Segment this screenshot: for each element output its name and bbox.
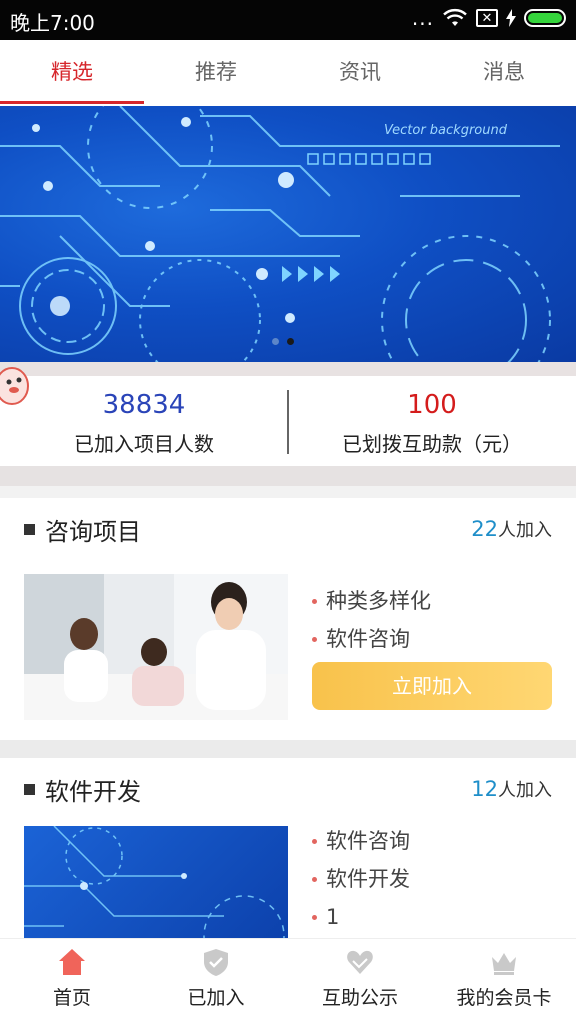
joined-count: 22人加入 xyxy=(471,516,552,542)
funds-stat: 100 已划拨互助款（元） xyxy=(288,376,576,466)
family-photo xyxy=(24,574,288,720)
joined-suffix: 人加入 xyxy=(498,520,552,541)
join-now-button[interactable]: 立即加入 xyxy=(312,662,552,710)
funds-label: 已划拨互助款（元） xyxy=(342,432,522,456)
joined-suffix: 人加入 xyxy=(498,780,552,801)
bottom-nav: 首页 已加入 互助公示 我的会员卡 xyxy=(0,938,576,1024)
carousel-dot-active[interactable] xyxy=(287,338,294,345)
status-bar: 晚上7:00 ... ✕ xyxy=(0,0,576,40)
wifi-icon xyxy=(443,8,467,26)
carousel-dot[interactable] xyxy=(272,338,279,345)
funds-amount: 100 xyxy=(407,390,457,420)
feature-item: 1 xyxy=(312,898,410,936)
card-title: 软件开发 xyxy=(45,778,141,806)
nav-label: 首页 xyxy=(52,987,91,1009)
carousel-indicator xyxy=(272,338,294,345)
card-header: 咨询项目 xyxy=(24,512,141,547)
nav-membership[interactable]: 我的会员卡 xyxy=(432,939,576,1024)
nav-mutual-aid[interactable]: 互助公示 xyxy=(288,939,432,1024)
joined-count: 12人加入 xyxy=(471,776,552,802)
members-label: 已加入项目人数 xyxy=(74,432,214,456)
top-tabs: 精选 推荐 资讯 消息 xyxy=(0,40,576,104)
joined-number: 22 xyxy=(471,517,498,541)
project-card-software[interactable]: 软件开发 12人加入 软件咨询 软件开发 1 xyxy=(0,758,576,938)
card-features: 软件咨询 软件开发 1 xyxy=(312,822,410,936)
members-stat: 38834 已加入项目人数 xyxy=(0,376,288,466)
more-dots-icon: ... xyxy=(411,6,434,30)
no-sim-icon: ✕ xyxy=(476,9,498,27)
card-thumbnail[interactable] xyxy=(24,826,288,938)
nav-home[interactable]: 首页 xyxy=(0,939,144,1024)
banner-carousel[interactable]: Vector background xyxy=(0,106,576,362)
shield-check-icon xyxy=(204,949,228,976)
circuit-thumbnail xyxy=(24,826,285,938)
project-card-consulting[interactable]: 咨询项目 22人加入 种类多样化 软件咨询 立即加入 xyxy=(0,498,576,740)
tab-news[interactable]: 资讯 xyxy=(288,40,432,104)
crown-icon xyxy=(492,953,516,975)
joined-number: 12 xyxy=(471,777,498,801)
mascot-icon[interactable] xyxy=(0,366,30,406)
circuit-illustration: Vector background xyxy=(0,106,560,362)
separator xyxy=(0,466,576,498)
feature-item: 种类多样化 xyxy=(312,582,431,620)
status-icons: ... ✕ xyxy=(412,8,566,28)
status-time: 晚上7:00 xyxy=(10,11,95,35)
card-title: 咨询项目 xyxy=(45,518,141,546)
nav-joined[interactable]: 已加入 xyxy=(144,939,288,1024)
heart-hands-icon xyxy=(347,950,373,974)
square-bullet-icon xyxy=(24,784,35,795)
tab-featured[interactable]: 精选 xyxy=(0,40,144,104)
card-header: 软件开发 xyxy=(24,772,141,807)
nav-label: 已加入 xyxy=(187,987,245,1009)
feature-item: 软件咨询 xyxy=(312,620,431,658)
home-icon xyxy=(59,949,85,975)
tab-recommend[interactable]: 推荐 xyxy=(144,40,288,104)
separator xyxy=(0,362,576,376)
tab-messages[interactable]: 消息 xyxy=(432,40,576,104)
stats-panel: 38834 已加入项目人数 100 已划拨互助款（元） xyxy=(0,376,576,466)
card-features: 种类多样化 软件咨询 xyxy=(312,582,431,658)
feature-item: 软件开发 xyxy=(312,860,410,898)
battery-icon xyxy=(524,9,566,27)
card-thumbnail[interactable] xyxy=(24,574,288,720)
charging-icon xyxy=(506,9,516,27)
nav-label: 我的会员卡 xyxy=(456,987,552,1009)
members-count: 38834 xyxy=(102,390,186,420)
banner-caption: Vector background xyxy=(384,123,508,138)
square-bullet-icon xyxy=(24,524,35,535)
separator xyxy=(0,740,576,758)
feature-item: 软件咨询 xyxy=(312,822,410,860)
nav-label: 互助公示 xyxy=(321,987,398,1009)
